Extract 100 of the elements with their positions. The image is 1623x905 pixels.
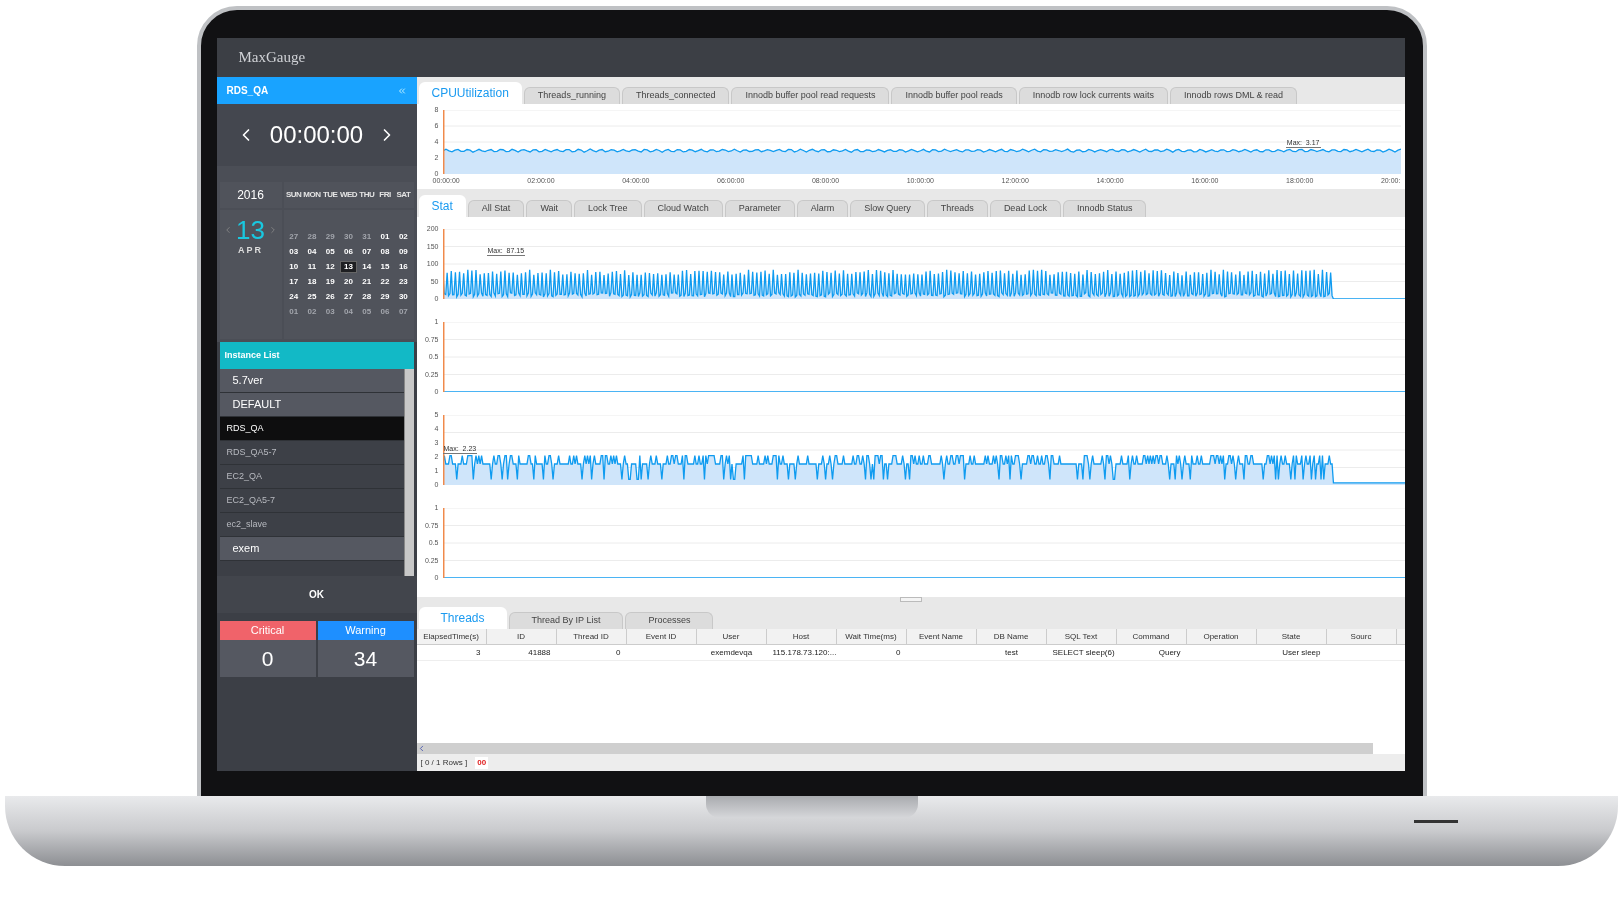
- calendar-date[interactable]: 15: [376, 261, 394, 273]
- column-header[interactable]: State: [1256, 629, 1327, 644]
- column-header[interactable]: User: [696, 629, 767, 644]
- tab[interactable]: Thread By IP List: [508, 612, 624, 629]
- alert-count: 34: [352, 645, 379, 672]
- column-header[interactable]: Operation: [1186, 629, 1257, 644]
- calendar-date[interactable]: 18: [303, 276, 321, 288]
- tab[interactable]: All Stat: [467, 200, 525, 217]
- tab[interactable]: Innodb Status: [1062, 200, 1147, 217]
- tab[interactable]: Threads_connected: [621, 87, 730, 104]
- calendar-date[interactable]: 26: [322, 291, 339, 303]
- table-cell-text: test: [1004, 647, 1019, 659]
- tab[interactable]: Innodb buffer pool reads: [891, 87, 1017, 104]
- calendar-date[interactable]: 16: [395, 261, 412, 273]
- calendar-date[interactable]: 07: [358, 246, 375, 258]
- weekday-label: FRI: [378, 189, 392, 201]
- calendar-date[interactable]: 12: [322, 261, 339, 273]
- column-header[interactable]: DB Name: [976, 629, 1047, 644]
- calendar-date[interactable]: 01: [376, 231, 394, 243]
- tab[interactable]: Innodb buffer pool read requests: [731, 87, 890, 104]
- calendar-date[interactable]: 09: [395, 246, 412, 258]
- instance-list-item[interactable]: exem: [219, 537, 404, 561]
- tab[interactable]: Wait: [526, 200, 573, 217]
- scrollbar[interactable]: [403, 369, 414, 576]
- weekday-label: THU: [358, 189, 376, 201]
- tab[interactable]: Innodb row lock currents waits: [1018, 87, 1168, 104]
- instance-name: RDS_QA: [226, 84, 269, 98]
- calendar-date[interactable]: 20: [340, 276, 357, 288]
- calendar-date[interactable]: 05: [322, 246, 339, 258]
- calendar-date[interactable]: 30: [395, 291, 412, 303]
- column-header[interactable]: Wait Time(ms): [836, 629, 907, 644]
- ok-button[interactable]: OK: [216, 576, 417, 613]
- instance-list-item[interactable]: 5.7ver: [219, 369, 404, 393]
- alert-count: 0: [260, 645, 275, 672]
- column-header[interactable]: ElapsedTime(s): [416, 629, 487, 644]
- calendar-date[interactable]: 22: [376, 276, 394, 288]
- tab[interactable]: Innodb rows DML & read: [1169, 87, 1298, 104]
- instance-list-item[interactable]: RDS_QA: [219, 417, 404, 441]
- row-count: [ 0 / 1 Rows ]: [420, 756, 468, 769]
- column-header[interactable]: Sourc: [1326, 629, 1397, 644]
- tab[interactable]: Cloud Watch: [643, 200, 723, 217]
- column-header[interactable]: Host: [766, 629, 837, 644]
- calendar-date[interactable]: 28: [358, 291, 375, 303]
- column-header[interactable]: Event ID: [626, 629, 697, 644]
- horizontal-scrollbar[interactable]: [416, 743, 1373, 754]
- weekday-label: SUN: [284, 189, 303, 201]
- instance-list-title: Instance List: [224, 348, 280, 362]
- calendar-date[interactable]: 03: [285, 246, 302, 258]
- table-cell-text: 3: [475, 647, 482, 659]
- calendar-date[interactable]: 23: [395, 276, 412, 288]
- alert-label: Warning: [317, 621, 414, 640]
- tab[interactable]: Threads_running: [523, 87, 620, 104]
- indicator-light: [1414, 820, 1458, 823]
- table-cell-text: 0: [615, 647, 622, 659]
- calendar-month: APR: [238, 244, 263, 257]
- calendar-date[interactable]: 19: [322, 276, 339, 288]
- calendar-date[interactable]: 24: [285, 291, 302, 303]
- calendar-date[interactable]: 27: [340, 291, 357, 303]
- column-header[interactable]: Command: [1116, 629, 1187, 644]
- alert-label: Critical: [219, 621, 316, 640]
- table-cell-text: User sleep: [1281, 647, 1322, 659]
- column-header[interactable]: SQL Text: [1046, 629, 1117, 644]
- tab[interactable]: Parameter: [724, 200, 795, 217]
- table-cell-text: SELECT sleep(6): [1051, 647, 1116, 659]
- column-header[interactable]: Event Name: [906, 629, 977, 644]
- collapse-icon[interactable]: [396, 85, 407, 96]
- weekday-label: TUE: [321, 189, 339, 201]
- calendar-date[interactable]: 29: [376, 291, 394, 303]
- calendar-date[interactable]: 21: [358, 276, 375, 288]
- status-code: 00: [475, 756, 489, 769]
- table-cell-text: 41888: [527, 647, 552, 659]
- calendar-date[interactable]: 11: [303, 261, 321, 273]
- calendar-date[interactable]: 13: [340, 261, 357, 273]
- window-title: MaxGauge: [238, 48, 306, 68]
- calendar-date[interactable]: 02: [395, 231, 412, 243]
- tab[interactable]: Lock Tree: [574, 200, 642, 217]
- column-header[interactable]: ID: [486, 629, 557, 644]
- weekday-label: SAT: [395, 189, 412, 201]
- tab[interactable]: Processes: [625, 612, 714, 629]
- tab[interactable]: Slow Query: [850, 200, 925, 217]
- alert-counter[interactable]: Critical 0: [219, 621, 316, 677]
- tab[interactable]: Threads: [926, 200, 988, 217]
- calendar-date[interactable]: 17: [285, 276, 302, 288]
- calendar-date[interactable]: 25: [303, 291, 321, 303]
- splitter-handle[interactable]: [899, 597, 922, 602]
- alert-counter[interactable]: Warning 34: [317, 621, 414, 677]
- calendar-date[interactable]: 14: [358, 261, 375, 273]
- column-header[interactable]: Thread ID: [556, 629, 627, 644]
- time-display: 00:00:00: [269, 120, 364, 150]
- tab[interactable]: Alarm: [796, 200, 849, 217]
- table-cell-text: 0: [895, 647, 902, 659]
- calendar-date[interactable]: 06: [340, 246, 357, 258]
- tab[interactable]: Dead Lock: [989, 200, 1061, 217]
- calendar-date[interactable]: 08: [376, 246, 394, 258]
- calendar-date[interactable]: 10: [285, 261, 302, 273]
- weekday-label: WED: [339, 189, 358, 201]
- table-cell-text: Query: [1157, 647, 1182, 659]
- instance-list-item[interactable]: DEFAULT: [219, 393, 404, 417]
- calendar-date[interactable]: 04: [303, 246, 321, 258]
- calendar-year: 2016: [219, 182, 282, 208]
